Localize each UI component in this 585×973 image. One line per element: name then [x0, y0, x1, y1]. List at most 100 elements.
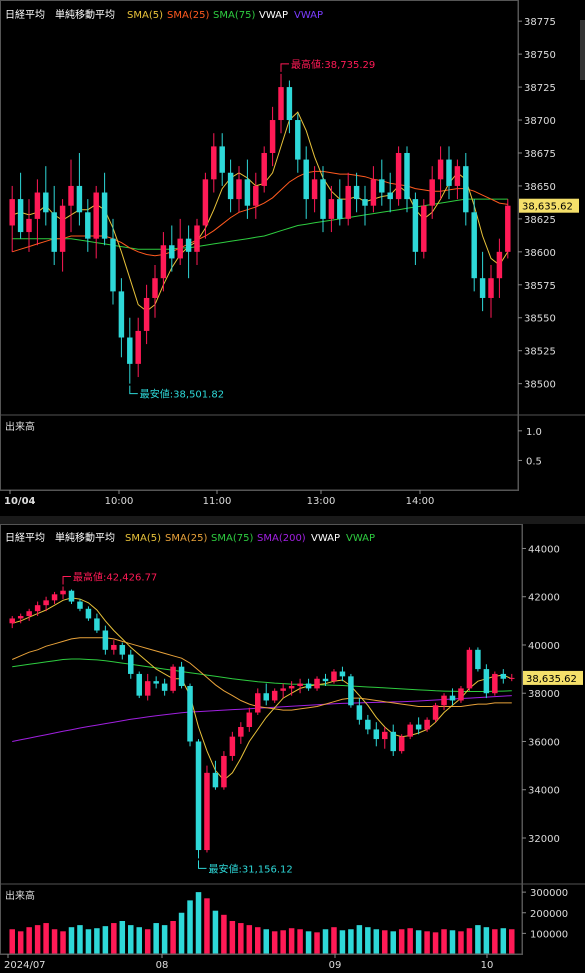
candle-body — [68, 590, 75, 602]
candle-body — [76, 185, 83, 213]
panel-border — [0, 0, 519, 491]
candle-body — [51, 212, 57, 252]
x-tick-label: 13:00 — [307, 496, 336, 507]
low-marker-line — [198, 860, 207, 869]
sma25-line — [12, 637, 512, 711]
x-tick-label: 10 — [481, 960, 494, 971]
candle-body — [34, 192, 41, 219]
candle-body — [60, 590, 66, 595]
candle-body — [236, 179, 242, 200]
candle-body — [339, 671, 346, 677]
y-tick-label: 44000 — [528, 544, 560, 555]
volume-bar — [94, 928, 100, 954]
volume-bar — [441, 929, 447, 954]
volume-bar — [255, 927, 261, 954]
candle-body — [111, 644, 117, 650]
candle-body — [280, 688, 286, 691]
volume-bar — [382, 930, 388, 954]
candle-body — [136, 673, 142, 696]
volume-bar — [415, 930, 422, 954]
candle-body — [261, 152, 267, 186]
volume-bar — [424, 931, 430, 954]
candle-body — [379, 179, 385, 193]
y-tick-label: 38000 — [528, 689, 560, 700]
candle-body — [424, 719, 430, 730]
candle-body — [458, 688, 464, 701]
volume-bar — [229, 921, 236, 954]
daily-chart[interactable]: 44000 42000 40000 38000 36000 34000 32000 最高値:4… — [0, 524, 585, 973]
candle-body — [505, 205, 511, 252]
candle-body — [311, 179, 318, 200]
candle-body — [169, 245, 175, 259]
volume-bar — [356, 925, 363, 954]
volume-bar — [187, 900, 193, 954]
candle-body — [337, 199, 343, 219]
sma5-line — [12, 111, 509, 312]
volume-bar — [128, 925, 134, 954]
candle-body — [500, 673, 507, 679]
y-tick-label: 38600 — [524, 248, 556, 259]
candle-body — [353, 185, 360, 200]
candle-body — [496, 251, 503, 279]
volume-bar — [339, 930, 346, 954]
volume-bar — [390, 931, 396, 954]
volume-bar — [322, 929, 329, 954]
volume-bar — [9, 929, 15, 954]
last-price-label: 38,635.62 — [526, 674, 577, 685]
candle-body — [373, 729, 380, 740]
volume-bar — [161, 925, 168, 954]
candle-body — [488, 278, 494, 298]
legend-vwap1: VWAP — [259, 10, 288, 21]
volume-bar — [398, 929, 405, 954]
volume-bar — [500, 928, 507, 954]
volume-bar — [483, 927, 490, 954]
candle-body — [26, 218, 32, 233]
candle-body — [135, 330, 141, 364]
volume-bar — [119, 921, 126, 954]
candle-body — [479, 278, 486, 298]
panel-divider — [0, 516, 585, 524]
legend-vwap2: VWAP — [346, 533, 375, 544]
volume-bar — [314, 932, 320, 954]
volume-bar — [263, 929, 269, 954]
candle-body — [449, 695, 456, 701]
candle-body — [288, 685, 295, 689]
candle-body — [194, 225, 200, 252]
volume-bar — [288, 928, 295, 954]
candle-body — [187, 685, 193, 742]
intraday-chart[interactable]: 38775 38750 38725 38700 38675 38650 38625 38600… — [0, 0, 585, 516]
candle-body — [26, 611, 32, 617]
high-price-label: 最高値:38,735.29 — [291, 58, 375, 71]
candle-body — [446, 159, 452, 186]
legend-vwap1: VWAP — [311, 533, 340, 544]
candle-body — [320, 179, 326, 219]
candle-body — [421, 205, 427, 252]
volume-bar — [466, 928, 473, 954]
candle-body — [212, 772, 219, 788]
legend-sma75: SMA(75) — [211, 533, 253, 544]
candle-body — [278, 87, 284, 121]
candle-body — [471, 212, 477, 279]
candle-body — [328, 199, 335, 219]
candle-body — [255, 693, 261, 713]
high-price-label: 最高値:42,426.77 — [73, 570, 157, 583]
candle-body — [227, 172, 234, 200]
y-tick-label: 38625 — [524, 215, 556, 226]
candle-body — [17, 199, 24, 233]
volume-bar — [43, 923, 49, 954]
candle-body — [144, 681, 151, 696]
volume-bar — [271, 931, 278, 954]
candle-body — [221, 755, 227, 788]
candle-body — [178, 666, 185, 686]
candle-body — [253, 185, 259, 206]
volume-bar — [509, 929, 515, 954]
y-tick-label: 38525 — [524, 347, 556, 358]
low-price-label: 最安値:31,156.12 — [209, 862, 293, 875]
scroll-handle — [580, 20, 585, 80]
candle-body — [271, 690, 278, 701]
volume-bar — [280, 930, 286, 954]
volume-tick-label: 0.5 — [526, 456, 542, 467]
x-tick-label: 08 — [156, 960, 169, 971]
candle-body — [68, 185, 74, 206]
candle-body — [195, 741, 202, 851]
